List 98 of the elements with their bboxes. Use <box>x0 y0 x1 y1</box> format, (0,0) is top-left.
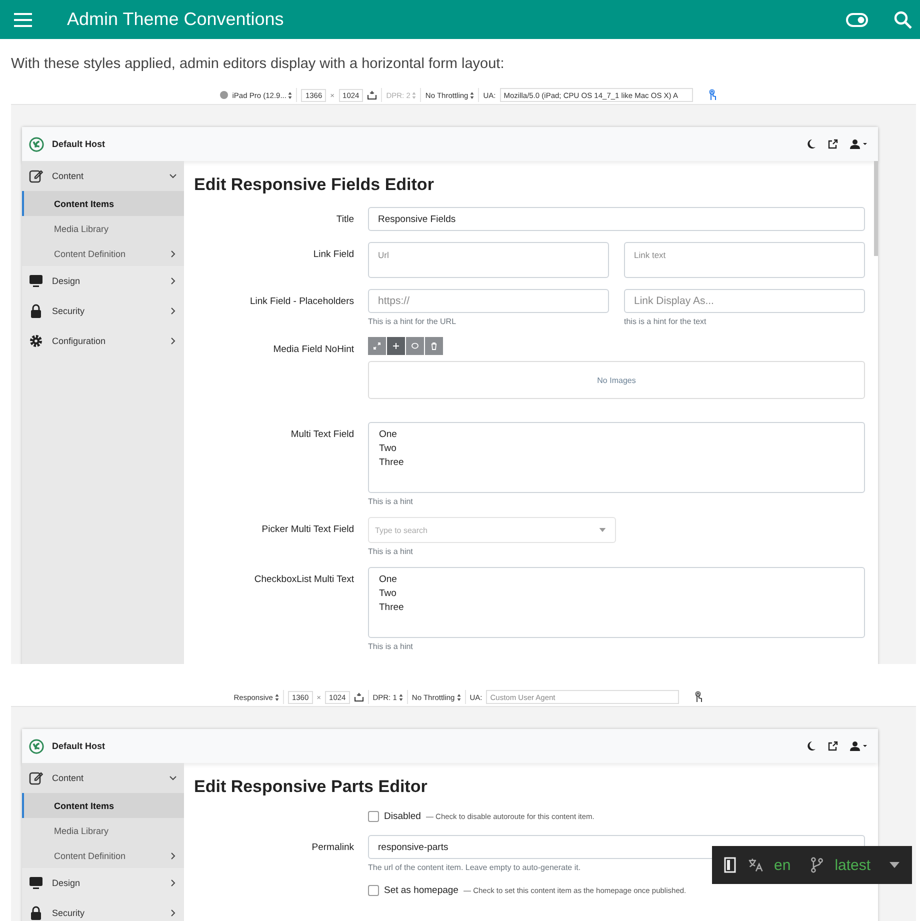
comment-button[interactable] <box>406 337 424 355</box>
monitor-icon <box>29 876 43 890</box>
editor-title: Edit Responsive Parts Editor <box>194 777 428 797</box>
sidebar-item[interactable]: Configuration <box>22 326 184 356</box>
chevron-right-icon <box>169 879 177 887</box>
field-label: Picker Multi Text Field <box>260 523 354 537</box>
delete-button[interactable] <box>425 337 443 355</box>
user-menu-icon[interactable] <box>850 139 868 149</box>
gear-icon <box>29 334 43 348</box>
leaf-logo-icon <box>29 738 44 754</box>
chevron-right-icon <box>169 909 177 917</box>
chevron-down-icon <box>169 774 177 782</box>
caret-down-icon <box>599 528 606 532</box>
page-title: Admin Theme Conventions <box>67 9 285 30</box>
moon-icon[interactable] <box>806 741 816 751</box>
edit-icon <box>29 771 43 785</box>
lock-icon <box>29 304 43 318</box>
lock-icon <box>29 906 43 920</box>
external-link-icon[interactable] <box>828 139 838 149</box>
hint-text: This is a hint <box>368 547 413 556</box>
sidebar-subitem[interactable]: Content Definition <box>22 843 184 868</box>
checkbox[interactable] <box>368 811 379 822</box>
branch-icon <box>808 857 825 873</box>
intro-text: With these styles applied, admin editors display with a horizontal form layout: <box>11 56 506 72</box>
editor-title: Edit Responsive Fields Editor <box>194 175 435 195</box>
chevron-down-icon <box>169 172 177 180</box>
link-field[interactable]: Url <box>368 242 609 278</box>
translate-icon <box>748 857 764 873</box>
sidebar-item[interactable]: Content <box>22 763 184 793</box>
touch-icon[interactable] <box>693 691 704 703</box>
rotate-icon[interactable] <box>354 692 364 702</box>
chevron-right-icon <box>169 250 177 258</box>
touch-icon[interactable] <box>706 89 717 101</box>
field-label: Permalink <box>310 841 354 855</box>
sidebar-item[interactable]: Design <box>22 266 184 296</box>
speech-bubble-icon <box>411 342 419 350</box>
hint-text: This is a hint <box>368 642 413 651</box>
external-link-icon[interactable] <box>828 741 838 751</box>
book-icon[interactable] <box>722 857 738 873</box>
hint-text: This is a hint for the URL <box>368 317 456 326</box>
checkbox-label: Set as homepage <box>384 885 458 896</box>
scrollbar[interactable] <box>874 161 878 256</box>
chevron-right-icon <box>169 852 177 860</box>
leaf-logo-icon <box>29 136 44 152</box>
sidebar-subitem[interactable]: Media Library <box>22 216 184 241</box>
sidebar-item[interactable]: Security <box>22 898 184 921</box>
language-link[interactable]: en <box>774 856 791 874</box>
sidebar-subitem[interactable]: Content Definition <box>22 241 184 266</box>
resize-button[interactable] <box>368 337 386 355</box>
add-button[interactable] <box>387 337 405 355</box>
checkbox[interactable] <box>368 885 379 896</box>
link-field[interactable]: Link Display As... <box>624 289 865 313</box>
stepper-icon <box>288 92 292 98</box>
rotate-icon[interactable] <box>367 90 378 100</box>
sidebar-item[interactable]: Content <box>22 161 184 191</box>
sidebar-subitem[interactable]: Content Items <box>22 191 184 216</box>
field-label: Media Field NoHint <box>272 343 354 357</box>
plus-icon <box>392 342 400 350</box>
sidebar-subitem[interactable]: Media Library <box>22 818 184 843</box>
stepper-icon <box>470 92 474 98</box>
brand-name[interactable]: Default Host <box>52 741 106 751</box>
chevron-right-icon <box>169 337 177 345</box>
stepper-icon <box>274 694 279 700</box>
stepper-icon <box>456 694 461 700</box>
field-label: Multi Text Field <box>290 428 354 442</box>
trash-icon <box>430 342 438 350</box>
arrows-icon <box>373 342 381 350</box>
edit-icon <box>29 169 43 183</box>
toggle-icon[interactable] <box>846 12 868 26</box>
version-link[interactable]: latest <box>834 856 871 874</box>
text-field[interactable]: Responsive Fields <box>368 207 865 231</box>
multi-text-field[interactable]: One Two Three <box>368 567 865 638</box>
user-menu-icon[interactable] <box>850 741 868 751</box>
hint-text: this is a hint for the text <box>624 317 706 326</box>
caret-down-icon[interactable] <box>888 862 900 868</box>
sidebar-subitem[interactable]: Content Items <box>22 793 184 818</box>
chevron-right-icon <box>169 307 177 315</box>
brand-name[interactable]: Default Host <box>52 139 106 149</box>
multi-text-field[interactable]: One Two Three <box>368 422 865 493</box>
hint-text: This is a hint <box>368 497 413 506</box>
field-label: Link Field <box>312 248 354 262</box>
media-drop-area[interactable]: No Images <box>368 361 865 399</box>
chevron-right-icon <box>169 277 177 285</box>
link-field[interactable]: https:// <box>368 289 609 313</box>
field-label: Title <box>335 213 354 227</box>
link-field[interactable]: Link text <box>624 242 865 278</box>
field-label: Link Field - Placeholders <box>248 295 354 309</box>
sidebar-item[interactable]: Design <box>22 868 184 898</box>
hint-text: The url of the content item. Leave empty to auto-generate it. <box>368 863 581 872</box>
stepper-icon <box>412 92 416 98</box>
stepper-icon <box>398 694 403 700</box>
field-label: CheckboxList Multi Text <box>253 573 354 587</box>
monitor-icon <box>29 274 43 288</box>
sidebar-item[interactable]: Security <box>22 296 184 326</box>
search-icon[interactable] <box>894 10 912 28</box>
checkbox-label: Disabled <box>384 811 421 822</box>
menu-icon[interactable] <box>14 12 32 26</box>
moon-icon[interactable] <box>806 139 816 149</box>
